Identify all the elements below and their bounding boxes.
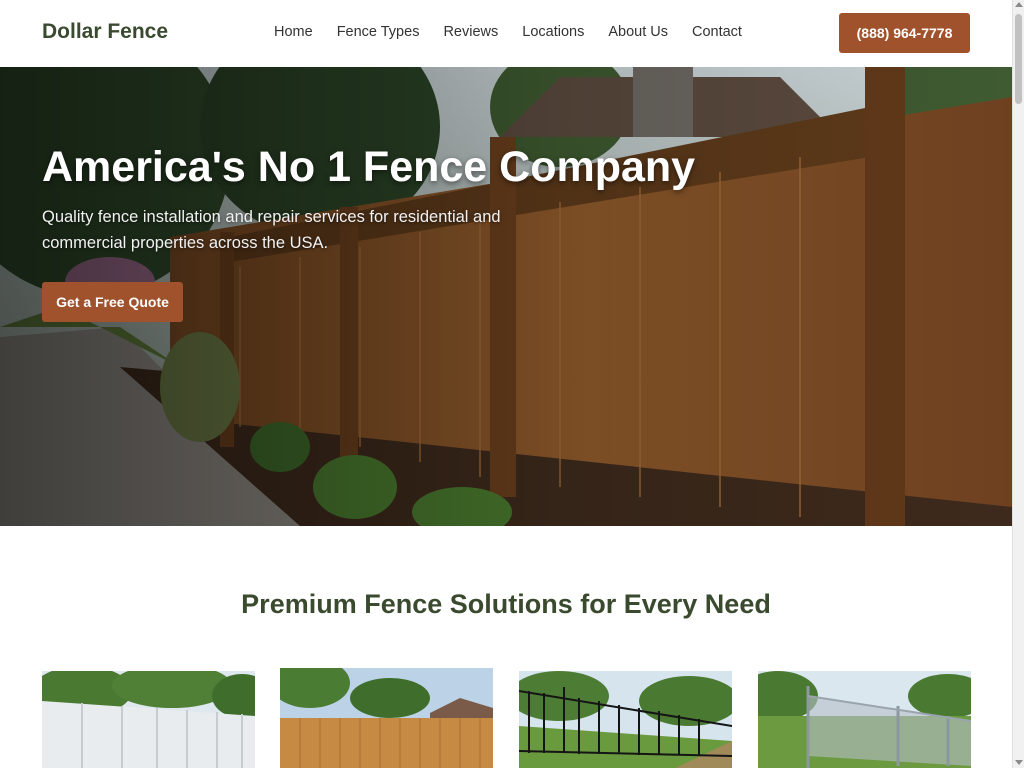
nav-home[interactable]: Home — [274, 24, 313, 40]
scroll-down-arrow-icon[interactable] — [1015, 760, 1023, 765]
chain-link-fence-image[interactable] — [758, 671, 971, 768]
nav-about-us[interactable]: About Us — [608, 24, 668, 40]
fence-type-cards — [0, 668, 1012, 768]
main-nav: Home Fence Types Reviews Locations About… — [274, 24, 766, 40]
hero-subtitle: Quality fence installation and repair se… — [42, 208, 501, 252]
nav-contact[interactable]: Contact — [692, 24, 742, 40]
phone-button[interactable]: (888) 964-7778 — [839, 13, 970, 53]
page-scrollbar[interactable] — [1012, 0, 1024, 768]
site-logo[interactable]: Dollar Fence — [42, 20, 168, 44]
black-aluminum-fence-image[interactable] — [519, 671, 732, 768]
nav-reviews[interactable]: Reviews — [443, 24, 498, 40]
section-title: Premium Fence Solutions for Every Need — [241, 589, 771, 619]
white-vinyl-fence-image[interactable] — [42, 671, 255, 768]
hero-section: America's No 1 Fence Company Quality fen… — [0, 67, 1012, 526]
scroll-thumb[interactable] — [1015, 14, 1022, 104]
scroll-up-arrow-icon[interactable] — [1015, 2, 1023, 7]
nav-fence-types[interactable]: Fence Types — [337, 24, 420, 40]
site-header: Dollar Fence Home Fence Types Reviews Lo… — [0, 0, 1012, 67]
wood-privacy-fence-image[interactable] — [280, 668, 493, 768]
hero-title: America's No 1 Fence Company — [42, 143, 696, 191]
get-quote-button[interactable]: Get a Free Quote — [42, 282, 183, 322]
nav-locations[interactable]: Locations — [522, 24, 584, 40]
